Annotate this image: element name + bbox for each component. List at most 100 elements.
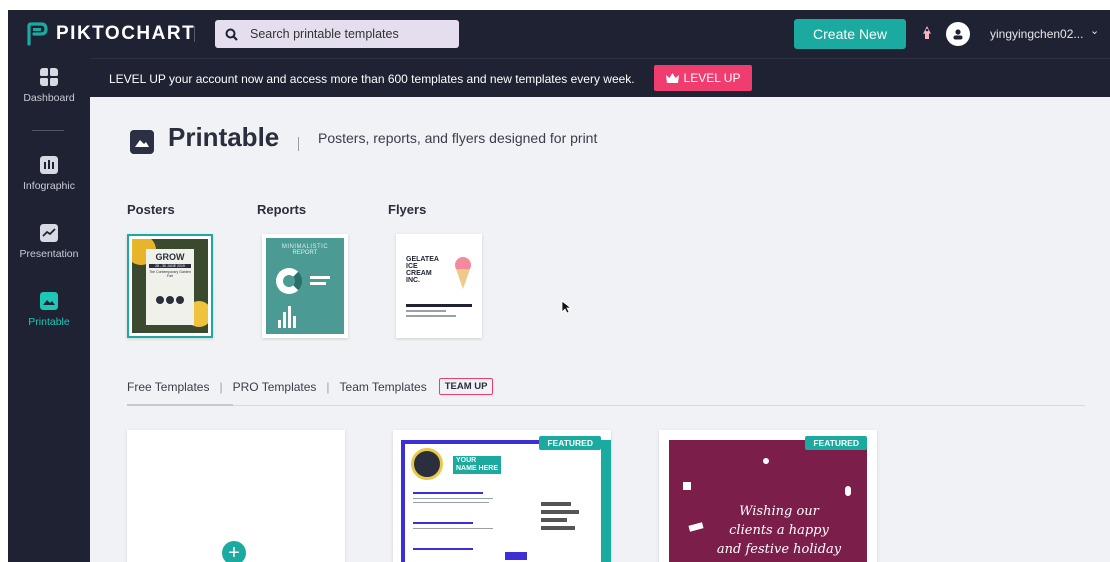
sidebar-item-infographic[interactable]: Infographic [8,156,90,192]
text-line [406,304,472,307]
poster-title: GROW [155,252,185,262]
dot-icon [156,296,164,304]
sidebar-item-label: Printable [28,316,70,328]
resume-preview: YOUR NAME HERE [401,440,601,562]
text-line [310,282,326,285]
avatar [411,448,443,480]
resume-name: YOUR NAME HERE [453,456,502,474]
search-input[interactable]: Search printable templates [215,20,459,48]
tabs-underline [127,405,1085,406]
sidebar-item-label: Dashboard [23,92,75,104]
ornament-icon [763,458,769,464]
text-line [413,522,473,524]
skill-bar [541,510,579,514]
text-line [413,492,483,494]
category-thumb-reports[interactable]: MINIMALISTIC REPORT [262,234,348,338]
level-up-banner: LEVEL UP your account now and access mor… [90,58,1110,96]
sidebar-item-printable[interactable]: Printable [8,292,90,328]
text-line [310,276,330,279]
sidebar-item-label: Infographic [23,180,75,192]
text-line [413,528,493,529]
blank-template-card[interactable]: + [127,430,345,562]
create-new-button[interactable]: Create New [794,19,906,49]
category-label-flyers: Flyers [388,202,427,217]
skill-bar [541,518,567,522]
report-subtitle: REPORT [292,250,318,256]
year-badge [505,552,527,560]
flyer-title: GELATEA ICE CREAM INC. [406,256,439,284]
poster-card: GROW 28 - 30 JUNE 2019 The Contemporary … [146,249,194,325]
sidebar-divider [32,130,64,131]
sidebar-item-presentation[interactable]: Presentation [8,224,90,260]
featured-badge: FEATURED [539,436,601,450]
rocket-icon[interactable] [918,24,936,42]
snowman-icon [845,486,851,496]
gift-icon [683,482,691,490]
text-line [406,315,456,317]
text-line [413,502,489,503]
tab-team-templates[interactable]: Team Templates [340,380,427,394]
banner-text: LEVEL UP your account now and access mor… [109,72,635,86]
ice-cream-icon [455,257,471,289]
image-icon [40,292,58,310]
plus-icon[interactable]: + [222,541,246,562]
search-icon [225,28,238,41]
avatar[interactable] [946,22,970,46]
level-up-button[interactable]: LEVEL UP [654,65,752,91]
page-subtitle: Posters, reports, and flyers designed fo… [318,130,598,146]
tag-icon [688,522,704,532]
holiday-message: Wishing our clients a happy and festive … [716,504,842,557]
topbar-divider [194,26,195,42]
sidebar-item-label: Presentation [19,248,79,260]
text-line [413,498,493,499]
template-card-holiday[interactable]: Wishing our clients a happy and festive … [659,430,877,562]
mouse-cursor-icon [561,300,573,314]
sidebar-item-dashboard[interactable]: Dashboard [8,68,90,104]
search-placeholder: Search printable templates [250,27,399,41]
text-line [413,548,473,550]
infographic-icon [40,156,58,174]
resume-accent-bar [601,440,611,562]
text-line [406,310,446,312]
tab-free-templates[interactable]: Free Templates [127,380,209,394]
holiday-preview: Wishing our clients a happy and festive … [669,440,867,562]
user-icon [953,29,963,40]
poster-preview: GROW 28 - 30 JUNE 2019 The Contemporary … [132,239,208,333]
poster-icons [149,296,191,304]
category-label-reports: Reports [257,202,307,217]
grid-icon [40,68,58,86]
active-tab-indicator [127,404,233,406]
template-tabs: Free Templates | PRO Templates | Team Te… [127,378,494,395]
logo-text: PIKTOCHART [56,23,196,44]
tab-pro-templates[interactable]: PRO Templates [233,380,317,394]
category-thumb-flyers[interactable]: GELATEA ICE CREAM INC. [396,234,482,338]
main-content: Printable Posters, reports, and flyers d… [90,97,1110,562]
team-up-badge[interactable]: TEAM UP [438,378,494,395]
page-title: Printable [168,122,280,152]
top-bar: PIKTOCHART Search printable templates Cr… [8,10,1110,58]
category-label-posters: Posters [127,202,175,217]
skill-bar [541,502,571,506]
level-up-label: LEVEL UP [683,71,741,85]
template-card-resume[interactable]: YOUR NAME HERE FEATURED [393,430,611,562]
tab-divider: | [326,379,330,394]
poster-subtitle: The Contemporary Garden Fair [149,270,191,278]
logo[interactable]: PIKTOCHART [26,20,195,48]
chevron-down-icon[interactable]: ⌄ [1090,24,1099,37]
title-divider [298,137,299,151]
crown-icon [665,72,679,83]
dot-icon [176,296,184,304]
app-window: PIKTOCHART Search printable templates Cr… [8,10,1110,562]
chart-line-icon [40,224,58,242]
flyer-preview: GELATEA ICE CREAM INC. [400,238,478,334]
piktochart-logo-icon [27,22,48,46]
tab-divider: | [219,379,223,394]
featured-badge: FEATURED [805,436,867,450]
sidebar: Dashboard Infographic Presentation Print… [8,58,90,562]
username[interactable]: yingyingchen02... [990,27,1083,41]
bar-chart-icon [278,306,296,328]
donut-chart-icon [276,268,302,294]
poster-date: 28 - 30 JUNE 2019 [149,264,191,268]
dot-icon [166,296,174,304]
category-thumb-posters[interactable]: GROW 28 - 30 JUNE 2019 The Contemporary … [127,234,213,338]
